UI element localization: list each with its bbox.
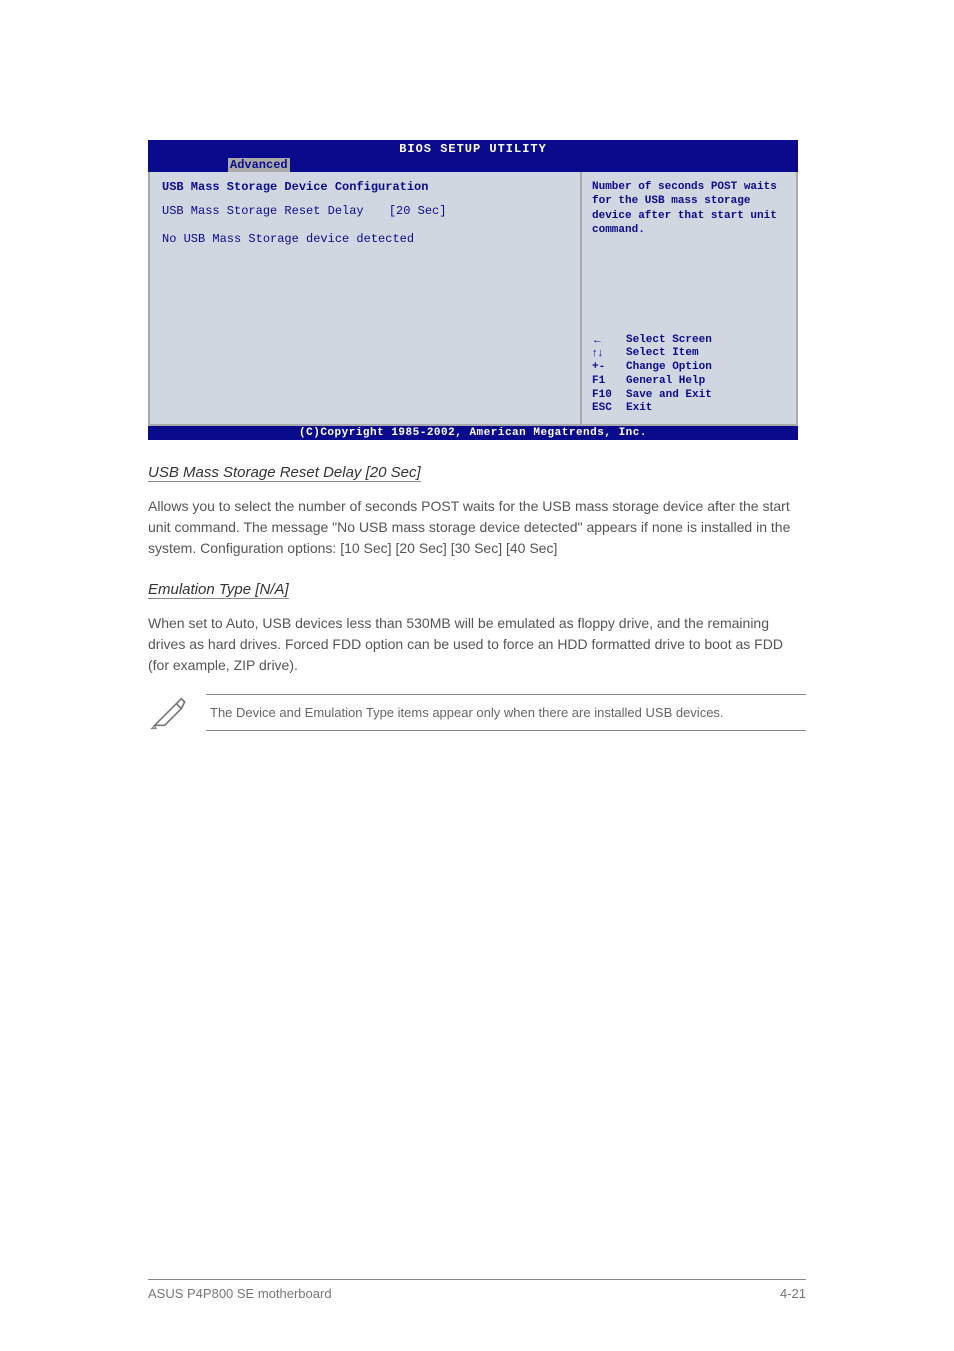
key-action: Save and Exit bbox=[626, 389, 712, 403]
bios-no-device: No USB Mass Storage device detected bbox=[162, 232, 568, 246]
footer-left: ASUS P4P800 SE motherboard bbox=[148, 1286, 332, 1301]
doc-subhead-reset-delay: USB Mass Storage Reset Delay [20 Sec] bbox=[148, 464, 421, 482]
bios-tab-advanced: Advanced bbox=[228, 158, 290, 172]
key-action: General Help bbox=[626, 375, 705, 389]
bios-tab-bar: Advanced bbox=[148, 158, 798, 172]
footer-right: 4-21 bbox=[780, 1286, 806, 1301]
bios-help-text: Number of seconds POST waits for the USB… bbox=[592, 180, 784, 237]
bios-right-panel: Number of seconds POST waits for the USB… bbox=[582, 172, 796, 424]
doc-para-emulation: When set to Auto, USB devices less than … bbox=[148, 613, 806, 676]
bios-option-value: [20 Sec] bbox=[389, 204, 447, 218]
pencil-note-icon bbox=[148, 692, 188, 732]
key-updown-icon: ↑↓ bbox=[592, 347, 618, 361]
bios-body: USB Mass Storage Device Configuration US… bbox=[148, 172, 798, 426]
key-left-icon: ← bbox=[592, 334, 618, 348]
key-f10: F10 bbox=[592, 389, 618, 403]
key-f1: F1 bbox=[592, 375, 618, 389]
key-plusminus: +- bbox=[592, 361, 618, 375]
doc-note-text: The Device and Emulation Type items appe… bbox=[206, 694, 806, 731]
doc-subhead-emulation: Emulation Type [N/A] bbox=[148, 581, 289, 599]
key-esc: ESC bbox=[592, 402, 618, 416]
key-action: Change Option bbox=[626, 361, 712, 375]
key-action: Select Screen bbox=[626, 334, 712, 348]
bios-option-label: USB Mass Storage Reset Delay bbox=[162, 204, 364, 218]
key-action: Exit bbox=[626, 402, 652, 416]
doc-para-reset-delay: Allows you to select the number of secon… bbox=[148, 496, 806, 559]
bios-screenshot: BIOS SETUP UTILITY Advanced USB Mass Sto… bbox=[148, 140, 798, 440]
bios-title: BIOS SETUP UTILITY bbox=[148, 140, 798, 158]
bios-section-header: USB Mass Storage Device Configuration bbox=[162, 180, 568, 194]
key-action: Select Item bbox=[626, 347, 699, 361]
bios-key-legend: ← Select Screen ↑↓ Select Item +- Change Op… bbox=[592, 334, 784, 417]
doc-note: The Device and Emulation Type items appe… bbox=[148, 692, 806, 732]
page-footer: ASUS P4P800 SE motherboard 4-21 bbox=[148, 1279, 806, 1301]
bios-copyright: (C)Copyright 1985-2002, American Megatre… bbox=[148, 426, 798, 440]
bios-option-row: USB Mass Storage Reset Delay [20 Sec] bbox=[162, 204, 568, 218]
bios-left-panel: USB Mass Storage Device Configuration US… bbox=[150, 172, 582, 424]
